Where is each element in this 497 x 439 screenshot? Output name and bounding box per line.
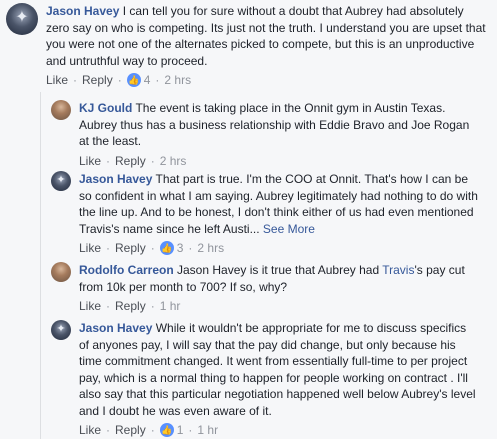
comment-2: KJ Gould The event is taking place in th… <box>51 100 491 168</box>
like-button[interactable]: Like <box>79 423 101 437</box>
star-avatar-icon: ✦ <box>56 322 66 335</box>
comment-text: Jason Havey I can tell you for sure with… <box>46 4 486 68</box>
mention-link[interactable]: Travis <box>382 263 414 277</box>
author-name[interactable]: KJ Gould <box>79 101 132 115</box>
comment-text: Rodolfo Carreon Jason Havey is it true t… <box>79 263 465 294</box>
comment-4: Rodolfo Carreon Jason Havey is it true t… <box>51 262 491 313</box>
timestamp[interactable]: 1 hr <box>197 423 218 437</box>
author-name[interactable]: Jason Havey <box>79 321 152 335</box>
reply-button[interactable]: Reply <box>115 154 146 168</box>
comment-actions: Like · Reply · 👍 1 · 1 hr <box>79 423 219 437</box>
avatar[interactable]: ✦ <box>51 171 71 191</box>
comment-actions: Like · Reply · 👍 4 · 2 hrs <box>46 73 192 87</box>
see-more-link[interactable]: See More <box>260 222 315 236</box>
timestamp[interactable]: 1 hr <box>160 299 181 313</box>
reply-button[interactable]: Reply <box>115 423 146 437</box>
like-button[interactable]: Like <box>79 299 101 313</box>
avatar[interactable] <box>51 262 71 282</box>
reply-button[interactable]: Reply <box>82 73 113 87</box>
star-avatar-icon: ✦ <box>15 9 29 27</box>
timestamp[interactable]: 2 hrs <box>160 154 187 168</box>
comment-1: ✦ Jason Havey I can tell you for sure wi… <box>6 3 486 87</box>
author-name[interactable]: Jason Havey <box>46 4 119 18</box>
author-name[interactable]: Jason Havey <box>79 172 152 186</box>
comment-actions: Like · Reply · 👍 3 · 2 hrs <box>79 241 225 255</box>
like-reaction-icon[interactable]: 👍 <box>159 423 174 437</box>
reaction-count[interactable]: 3 <box>177 241 184 255</box>
reply-button[interactable]: Reply <box>115 299 146 313</box>
author-name[interactable]: Rodolfo Carreon <box>79 263 174 277</box>
comment-text: KJ Gould The event is taking place in th… <box>79 101 470 148</box>
like-button[interactable]: Like <box>46 73 68 87</box>
comment-actions: Like · Reply · 2 hrs <box>79 153 187 168</box>
timestamp[interactable]: 2 hrs <box>197 241 224 255</box>
star-avatar-icon: ✦ <box>56 173 66 186</box>
avatar[interactable]: ✦ <box>6 3 38 35</box>
avatar[interactable] <box>51 100 71 120</box>
reply-thread-line <box>40 92 41 439</box>
comment-3: ✦ Jason Havey That part is true. I'm the… <box>51 171 491 255</box>
reaction-count[interactable]: 1 <box>177 423 184 437</box>
like-button[interactable]: Like <box>79 241 101 255</box>
like-button[interactable]: Like <box>79 154 101 168</box>
comment-5: ✦ Jason Havey While it wouldn't be appro… <box>51 320 491 437</box>
reaction-count[interactable]: 4 <box>144 73 151 87</box>
comment-text: Jason Havey That part is true. I'm the C… <box>79 172 478 236</box>
reply-button[interactable]: Reply <box>115 241 146 255</box>
like-reaction-icon[interactable]: 👍 <box>159 241 174 255</box>
avatar[interactable]: ✦ <box>51 320 71 340</box>
comment-text: Jason Havey While it wouldn't be appropr… <box>79 321 476 418</box>
comment-actions: Like · Reply · 1 hr <box>79 299 181 313</box>
timestamp[interactable]: 2 hrs <box>164 73 191 87</box>
like-reaction-icon[interactable]: 👍 <box>126 73 141 87</box>
